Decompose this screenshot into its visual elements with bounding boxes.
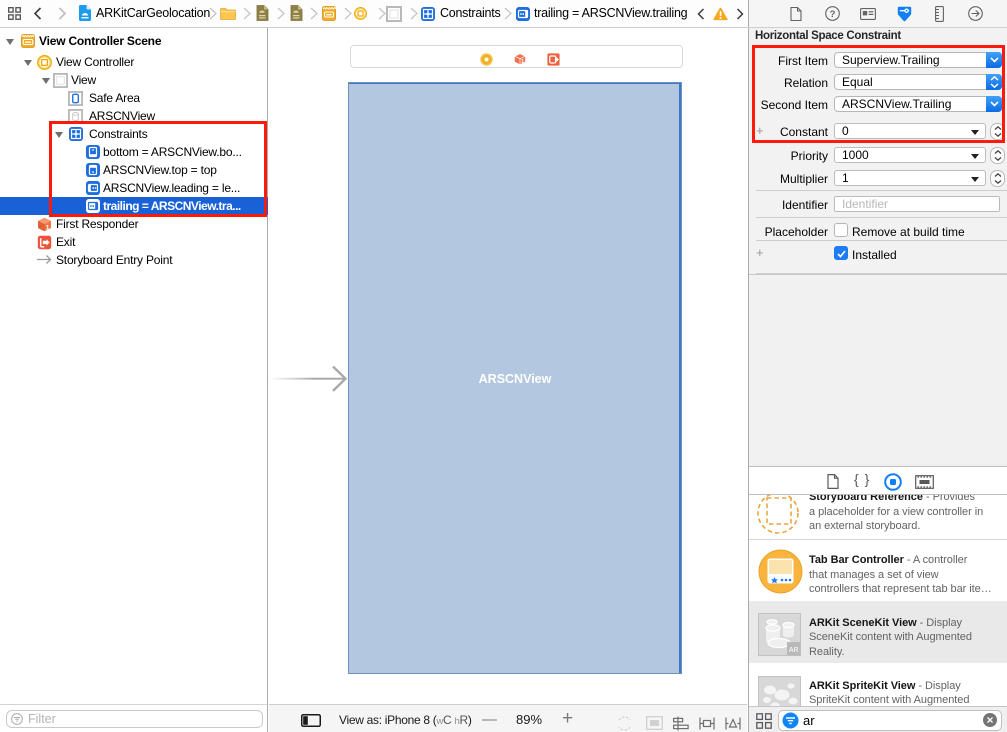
svg-text:1: 1 xyxy=(521,59,524,65)
svg-text:?: ? xyxy=(830,9,836,20)
svg-text:AR: AR xyxy=(789,647,799,654)
svg-text:1: 1 xyxy=(46,225,50,232)
